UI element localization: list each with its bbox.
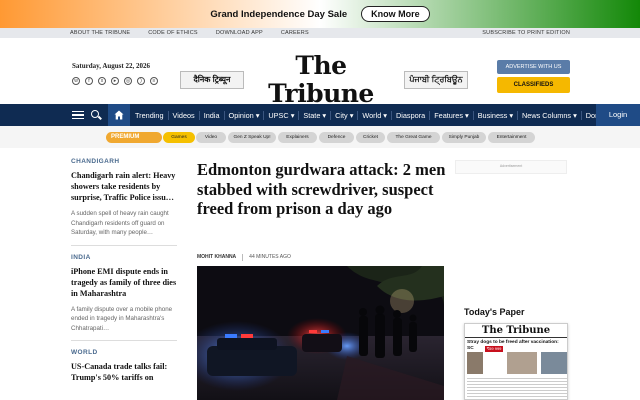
pill-entertainment[interactable]: Entertainment bbox=[488, 132, 535, 143]
section-label: CHANDIGARH bbox=[71, 158, 120, 165]
login-button[interactable]: Login bbox=[596, 104, 640, 126]
todays-paper-title: Today's Paper bbox=[464, 307, 525, 317]
pill-explainers[interactable]: Explainers bbox=[278, 132, 317, 143]
advertisement-slot[interactable]: Advertisement bbox=[455, 160, 567, 174]
divider bbox=[71, 244, 177, 246]
story-summary: A family dispute over a mobile phone end… bbox=[71, 305, 173, 332]
facebook-icon[interactable]: f bbox=[85, 77, 93, 85]
about-link[interactable]: ABOUT THE TRIBUNE bbox=[70, 30, 130, 36]
pill-simply-punjab[interactable]: Simply Punjab bbox=[442, 132, 486, 143]
punjabi-tribune-logo[interactable]: ਪੰਜਾਬੀ ਟ੍ਰਿਬਿਊਨ bbox=[404, 71, 468, 89]
premium-pill[interactable]: PREMIUM bbox=[106, 132, 162, 143]
x-icon[interactable]: x bbox=[98, 77, 106, 85]
story-headline[interactable]: iPhone EMI dispute ends in tragedy as fa… bbox=[71, 266, 177, 299]
search-icon[interactable] bbox=[91, 110, 99, 118]
nav-item-india[interactable]: India bbox=[200, 110, 225, 120]
masthead: Saturday, August 22, 2026 w f x ▸ ◎ ) ≡ … bbox=[0, 38, 640, 114]
category-pills: PREMIUM Games Video Gen Z Speak Up! Expl… bbox=[0, 126, 640, 148]
epaper-photo bbox=[467, 352, 483, 374]
epaper-photo bbox=[541, 352, 567, 374]
pill-games[interactable]: Games bbox=[163, 132, 195, 143]
story-headline[interactable]: US-Canada trade talks fail: Trump's 50% … bbox=[71, 361, 177, 383]
story-headline[interactable]: Chandigarh rain alert: Heavy showers tak… bbox=[71, 170, 177, 203]
epaper-text-lines bbox=[467, 376, 567, 399]
pill-gen-z[interactable]: Gen Z Speak Up! bbox=[228, 132, 276, 143]
epaper-photo bbox=[507, 352, 537, 374]
nav-item-news-columns[interactable]: News Columns ▾ bbox=[518, 110, 582, 120]
pill-defence[interactable]: Defence bbox=[319, 132, 354, 143]
nav-item-videos[interactable]: Videos bbox=[169, 110, 200, 120]
epaper-price-badge: ₹59 999 bbox=[485, 346, 503, 352]
list-item[interactable]: CHANDIGARH Chandigarh rain alert: Heavy … bbox=[71, 158, 177, 238]
pill-cricket[interactable]: Cricket bbox=[356, 132, 385, 143]
list-item[interactable]: WORLD US-Canada trade talks fail: Trump'… bbox=[71, 349, 177, 383]
menu-icon[interactable] bbox=[72, 111, 84, 119]
main-headline[interactable]: Edmonton gurdwara attack: 2 men stabbed … bbox=[197, 160, 447, 219]
nav-item-business[interactable]: Business ▾ bbox=[474, 110, 518, 120]
list-item[interactable]: INDIA iPhone EMI dispute ends in tragedy… bbox=[71, 254, 177, 334]
publish-time: 44 MINUTES AGO bbox=[249, 254, 291, 260]
section-label: WORLD bbox=[71, 349, 98, 356]
whatsapp-icon[interactable]: w bbox=[72, 77, 80, 85]
news-icon[interactable]: ≡ bbox=[150, 77, 158, 85]
dainik-tribune-logo[interactable]: दैनिक ट्रिब्यून bbox=[180, 71, 244, 89]
nav-item-city[interactable]: City ▾ bbox=[331, 110, 359, 120]
classifieds-button[interactable]: CLASSIFIEDS bbox=[497, 77, 570, 93]
social-links: w f x ▸ ◎ ) ≡ bbox=[72, 77, 158, 85]
epaper-masthead: The Tribune bbox=[465, 324, 567, 338]
main-nav: Trending Videos India Opinion ▾ UPSC ▾ State … bbox=[0, 104, 640, 126]
nav-item-state[interactable]: State ▾ bbox=[299, 110, 332, 120]
subscribe-link[interactable]: SUBSCRIBE TO PRINT EDITION bbox=[482, 30, 570, 36]
pill-great-game[interactable]: The Great Game bbox=[387, 132, 440, 143]
utility-bar: ABOUT THE TRIBUNE CODE OF ETHICS DOWNLOA… bbox=[0, 28, 640, 38]
author-name[interactable]: MOHIT KHANNA bbox=[197, 254, 236, 261]
nav-item-upsc[interactable]: UPSC ▾ bbox=[264, 110, 300, 120]
home-button[interactable] bbox=[108, 104, 130, 126]
careers-link[interactable]: CAREERS bbox=[281, 30, 309, 36]
epaper-thumbnail[interactable]: The Tribune Stray dogs to be freed after… bbox=[464, 323, 568, 400]
promo-banner: Grand Independence Day Sale Know More bbox=[0, 0, 640, 28]
home-icon bbox=[114, 110, 124, 120]
code-of-ethics-link[interactable]: CODE OF ETHICS bbox=[148, 30, 198, 36]
byline: MOHIT KHANNA 44 MINUTES AGO bbox=[197, 254, 291, 261]
nav-item-trending[interactable]: Trending bbox=[131, 110, 169, 120]
logo-name: The Tribune bbox=[268, 51, 374, 108]
promo-text: Grand Independence Day Sale bbox=[210, 8, 348, 20]
nav-item-opinion[interactable]: Opinion ▾ bbox=[225, 110, 265, 120]
advertise-button[interactable]: ADVERTISE WITH US bbox=[497, 60, 570, 74]
section-label: INDIA bbox=[71, 253, 91, 261]
pill-video[interactable]: Video bbox=[196, 132, 226, 143]
nav-items: Trending Videos India Opinion ▾ UPSC ▾ State … bbox=[131, 104, 624, 126]
instagram-icon[interactable]: ◎ bbox=[124, 77, 132, 85]
current-date: Saturday, August 22, 2026 bbox=[72, 62, 150, 70]
epaper-headline: Stray dogs to be freed after vaccination… bbox=[467, 340, 559, 351]
police-scene-illustration bbox=[197, 266, 444, 400]
byline-separator bbox=[242, 254, 244, 261]
youtube-icon[interactable]: ▸ bbox=[111, 77, 119, 85]
know-more-button[interactable]: Know More bbox=[361, 6, 430, 22]
rss-icon[interactable]: ) bbox=[137, 77, 145, 85]
divider bbox=[71, 340, 177, 341]
story-summary: A sudden spell of heavy rain caught Chan… bbox=[71, 210, 169, 236]
download-app-link[interactable]: DOWNLOAD APP bbox=[216, 30, 263, 36]
nav-item-world[interactable]: World ▾ bbox=[358, 110, 392, 120]
hero-image[interactable] bbox=[197, 266, 444, 400]
nav-item-diaspora[interactable]: Diaspora bbox=[392, 110, 431, 120]
nav-item-features[interactable]: Features ▾ bbox=[430, 110, 474, 120]
left-story-list: CHANDIGARH Chandigarh rain alert: Heavy … bbox=[71, 158, 177, 383]
